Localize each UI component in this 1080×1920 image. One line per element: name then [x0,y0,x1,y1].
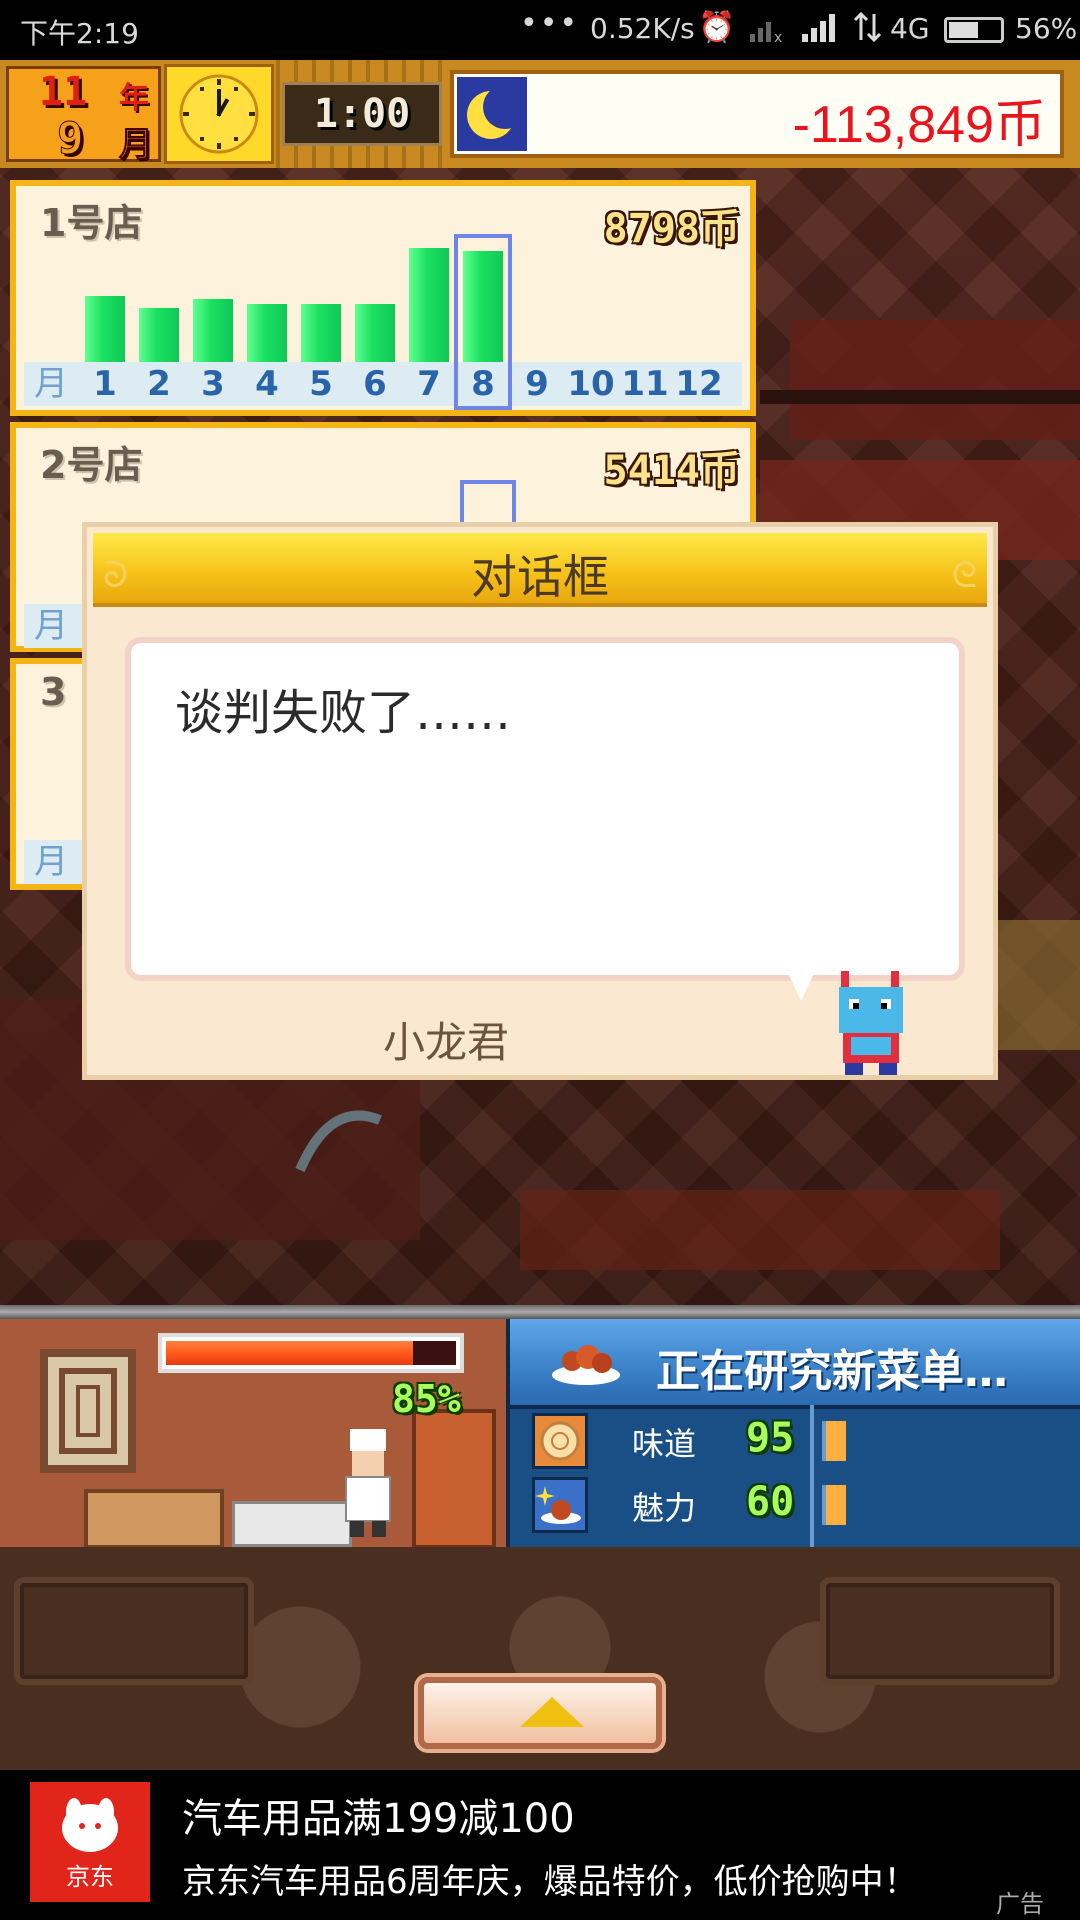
stat-label: 味道 [632,1425,697,1463]
month-tick-label: 10 [567,364,615,404]
sales-bar [85,296,125,362]
stat-bar [822,1421,846,1461]
chef-character-icon [340,1429,396,1539]
month-tick-label: 9 [525,364,549,404]
dialog-message: 谈判失败了…… [175,685,512,741]
svg-text:x: x [774,30,782,44]
sales-bar [139,308,179,362]
monthly-sales-chart [24,242,742,362]
up-arrow-icon [520,1697,584,1727]
month-tick-label: 6 [363,364,387,404]
network-type: 4G [890,12,930,45]
speech-bubble-tail [787,971,815,1001]
month-tick-label: 1 [93,364,117,404]
expand-menu-button[interactable] [418,1677,662,1749]
lattice-window [40,1349,136,1473]
month-tick-label: 12 [675,364,723,404]
clock-icon [164,64,274,164]
store-amount: 5414币 [603,448,740,494]
stove [232,1501,352,1547]
battery-icon [944,17,1004,43]
top-hud: 11 年 9 月 1:00 -113,849币 [0,60,1080,168]
jd-logo: 京东 [30,1782,150,1902]
month-tick-label: 11 [621,364,669,404]
speaker-name: 小龙君 [383,1018,510,1067]
sales-bar [301,304,341,362]
data-transfer-icon [852,10,884,51]
dialog-title-bar: ᘐ 对话框 ᘓ [93,533,987,607]
month-axis-unit: 月 [34,606,68,646]
month-tick-label: 3 [201,364,225,404]
status-time: 下午2:19 [20,17,139,50]
research-header: 正在研究新菜单… [510,1319,1080,1409]
taste-icon [532,1413,588,1469]
sales-bar [355,304,395,362]
ad-headline[interactable]: 汽车用品满199减100 [182,1786,575,1844]
year-unit: 年 [119,81,149,116]
alarm-icon: ⏰ [698,10,736,45]
money-amount: -113,849币 [792,96,1046,154]
store-name: 3 [40,670,67,714]
research-title: 正在研究新菜单… [656,1346,1008,1397]
cooking-progress-percent: 85% [392,1377,461,1421]
game-time: 1:00 [313,91,411,137]
ad-tag[interactable]: 广告 [996,1884,1044,1919]
panel-divider [0,1305,1080,1319]
stat-bar [822,1485,846,1525]
month-axis-unit: 月 [34,842,68,882]
kitchen-counter [84,1489,224,1547]
dish-icon [548,1333,624,1389]
time-display: 1:00 [282,82,442,146]
bottom-controls [0,1547,1080,1770]
stat-row-taste: 味道 95 [522,1411,1068,1473]
signal-icon [800,10,842,51]
store-panel-1[interactable]: 1号店 8798币 月 1 2 3 4 5 6 7 8 9 10 11 12 [10,180,756,416]
more-dots-icon: ••• [520,6,580,41]
sales-bar [409,248,449,362]
stat-label: 魅力 [632,1489,697,1527]
ad-description[interactable]: 京东汽车用品6周年庆，爆品特价，低价抢购中！ [182,1854,918,1903]
stat-value: 95 [746,1415,795,1461]
month-axis-unit: 月 [34,364,68,404]
right-menu-button[interactable] [820,1577,1060,1685]
month-axis: 月 1 2 3 4 5 6 7 8 9 10 11 12 [24,362,742,406]
store-name: 1号店 [40,201,143,245]
month-tick-label: 4 [255,364,279,404]
stat-row-charm: 魅力 60 [522,1475,1068,1537]
sales-bar [247,304,287,362]
selected-month-highlight [454,234,512,410]
network-speed: 0.52K/s [590,12,695,45]
money-display: -113,849币 [450,70,1064,158]
swirl-ornament-icon: ᘓ [951,555,977,596]
moon-icon [457,77,527,151]
dialog-title: 对话框 [471,550,609,604]
status-bar: 下午2:19 ••• 0.52K/s ⏰ x 4G 56% [0,0,1080,60]
month-tick-label: 5 [309,364,333,404]
battery-percent: 56% [1015,12,1078,45]
store-name: 2号店 [40,443,143,487]
month-tick-label: 2 [147,364,171,404]
research-panel[interactable]: 正在研究新菜单… 味道 95 魅力 60 [506,1319,1080,1547]
speech-bubble: 谈判失败了…… [125,637,965,981]
dialog-box[interactable]: ᘐ 对话框 ᘓ 谈判失败了…… 小龙君 [82,522,998,1080]
left-menu-button[interactable] [14,1577,254,1685]
month-unit: 月 [119,125,154,166]
cooking-progress-bar [158,1333,464,1373]
ad-banner[interactable]: 京东 汽车用品满199减100 京东汽车用品6周年庆，爆品特价，低价抢购中！ 广… [0,1770,1080,1920]
no-signal-icon: x [748,10,788,51]
date-display: 11 年 9 月 [6,66,161,166]
month-number: 9 [57,113,84,165]
kitchen-panel[interactable]: 85% [0,1319,506,1547]
month-tick-label: 7 [417,364,441,404]
year-number: 11 [39,69,88,115]
ad-brand: 京东 [66,1863,114,1891]
shelf [412,1409,496,1547]
dragon-character-icon [827,967,917,1077]
sales-bar [193,299,233,362]
stat-value: 60 [746,1479,795,1525]
charm-icon [532,1477,588,1533]
